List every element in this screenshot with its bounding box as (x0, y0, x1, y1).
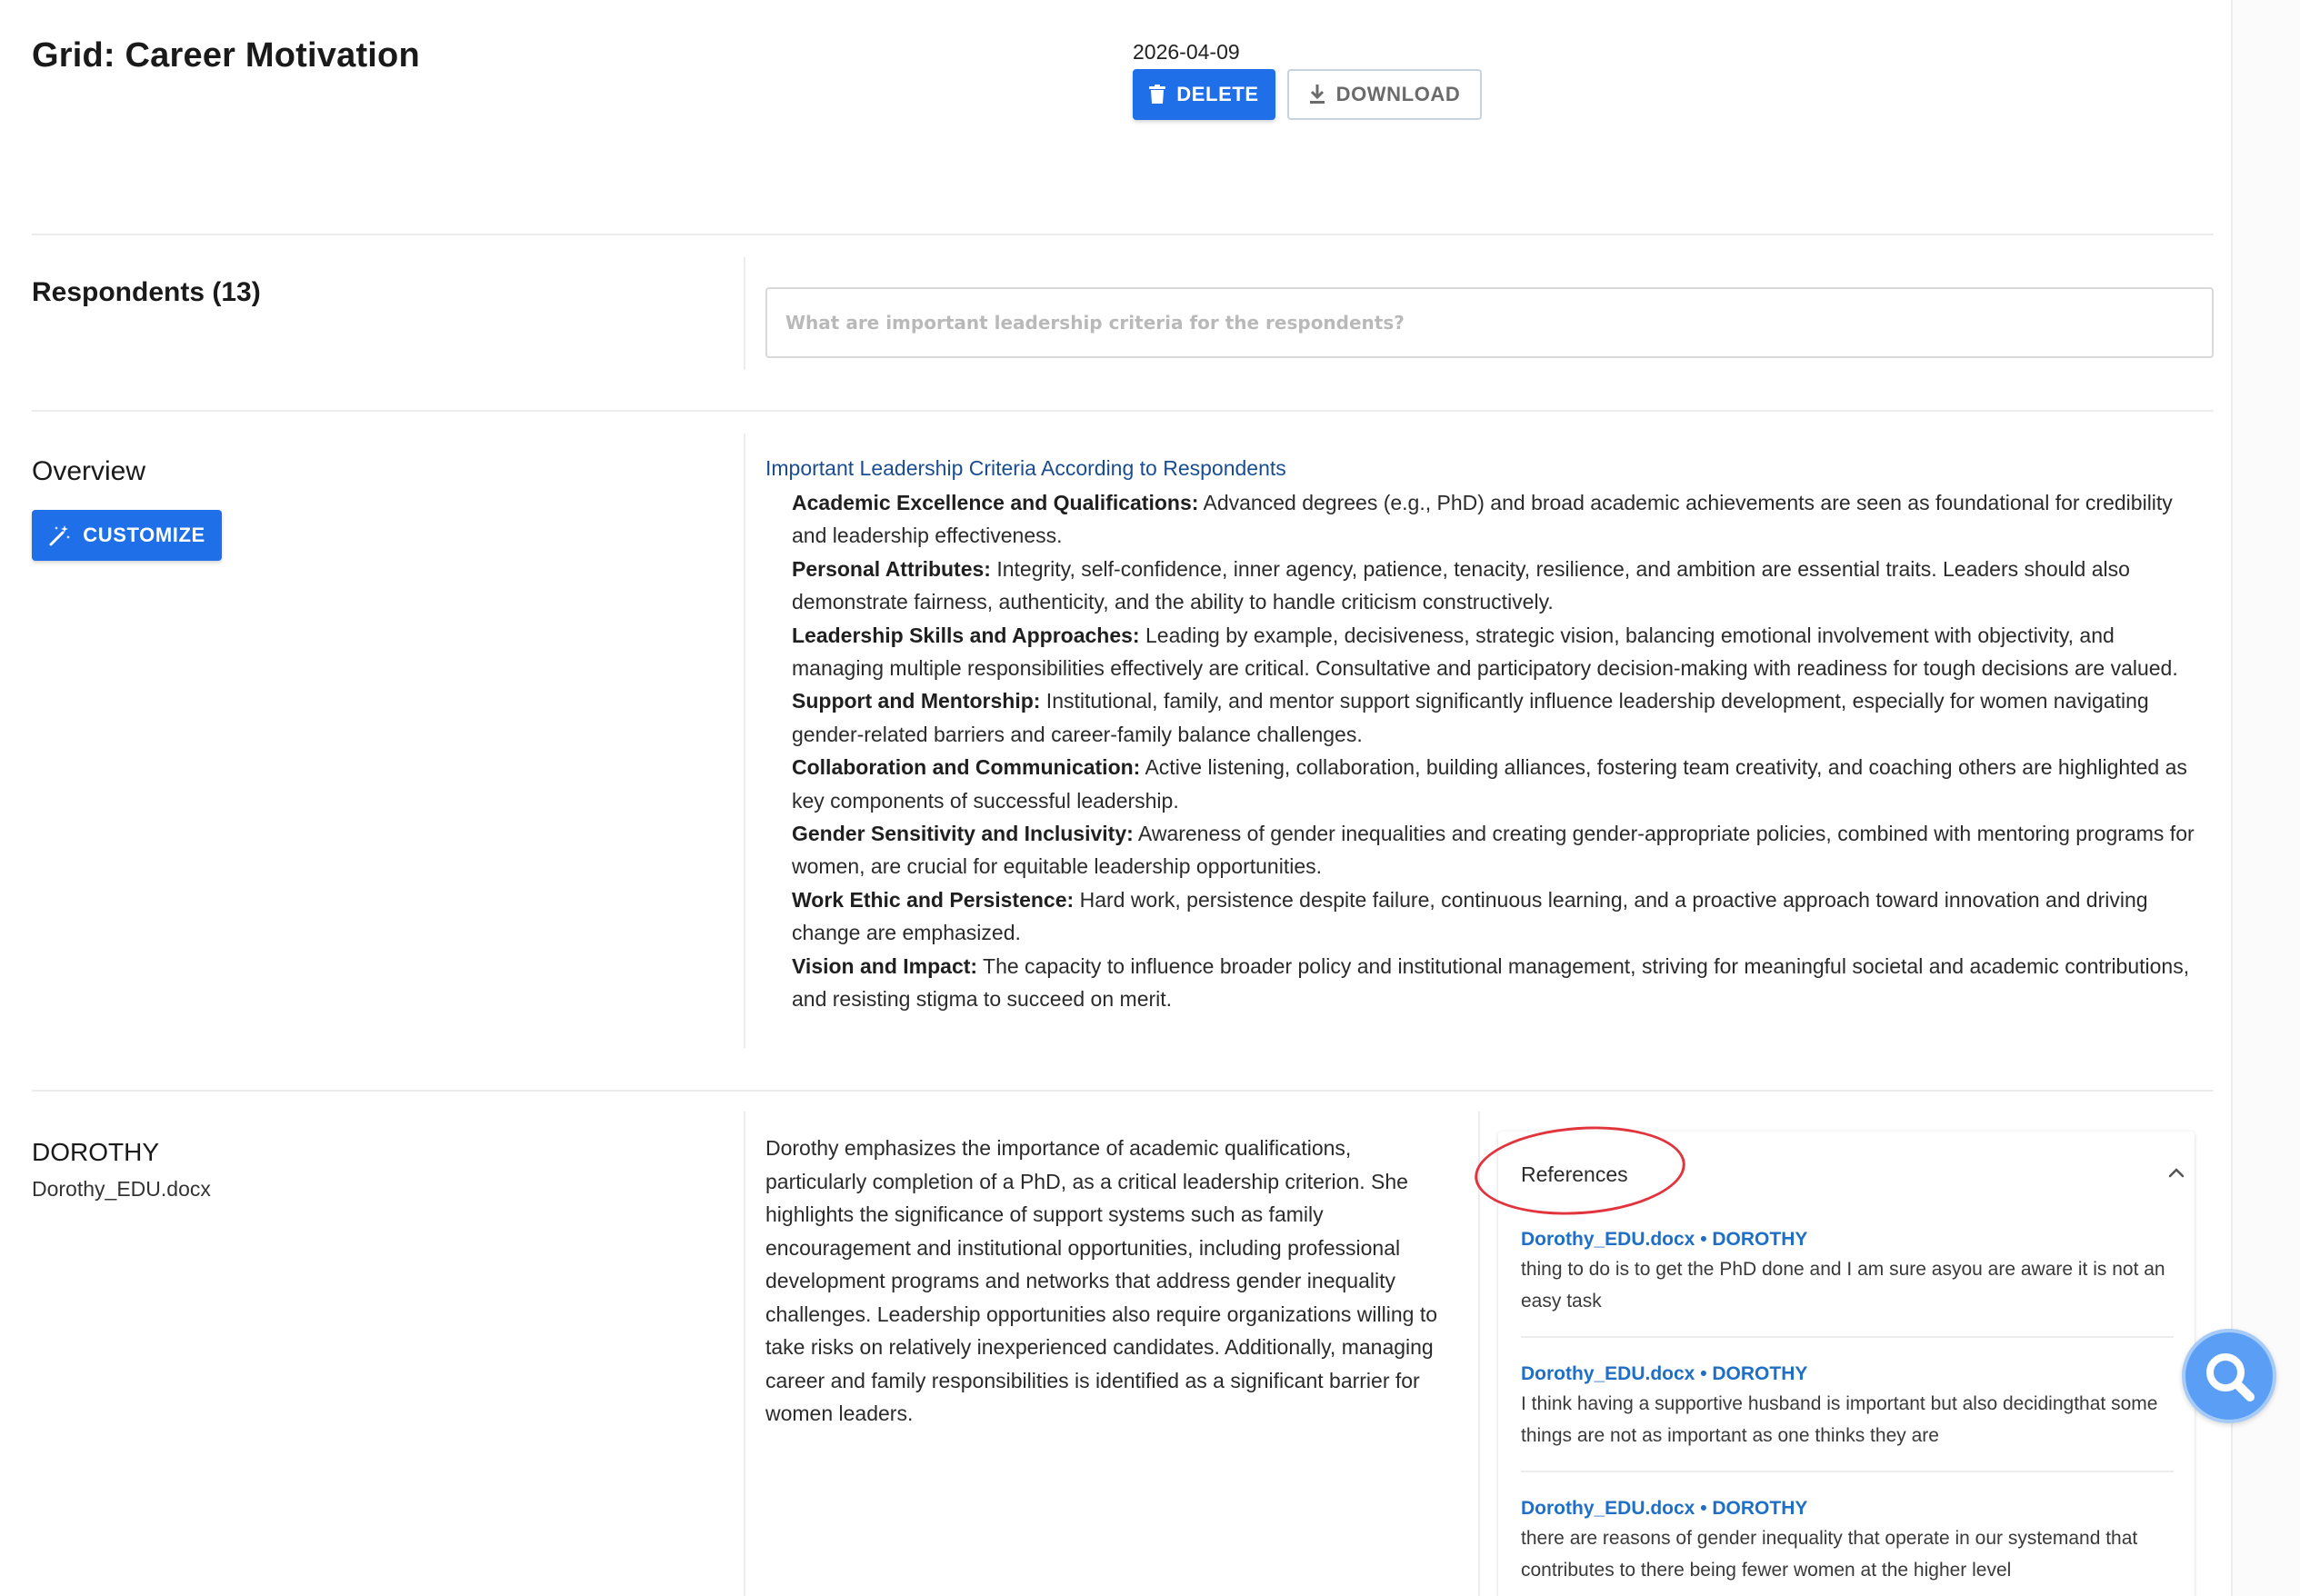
criteria-term: Academic Excellence and Qualifications: (792, 491, 1199, 514)
overview-heading: Important Leadership Criteria According … (765, 456, 1286, 480)
criteria-term: Personal Attributes: (792, 556, 991, 581)
respondent-name: DOROTHY (32, 1138, 159, 1166)
page: Grid: Career Motivation 2026-04-09 DELET… (0, 0, 2300, 1596)
divider (32, 410, 2214, 412)
magic-wand-icon (49, 525, 71, 546)
criteria-text: The capacity to influence broader policy… (792, 953, 2190, 1012)
criteria-item: Work Ethic and Persistence: Hard work, p… (792, 883, 2205, 950)
criteria-term: Gender Sensitivity and Inclusivity: (792, 822, 1134, 846)
reference-source-link[interactable]: Dorothy_EDU.docx • DOROTHY (1521, 1226, 2175, 1253)
chevron-up-icon[interactable] (2167, 1166, 2185, 1179)
reference-item: Dorothy_EDU.docx • DOROTHY thing to do i… (1521, 1226, 2175, 1317)
criteria-item: Leadership Skills and Approaches: Leadin… (792, 619, 2205, 685)
criteria-term: Leadership Skills and Approaches: (792, 623, 1140, 647)
customize-button[interactable]: CUSTOMIZE (32, 510, 222, 561)
column-divider (744, 257, 745, 370)
reference-quote: I think having a supportive husband is i… (1521, 1393, 2158, 1446)
column-divider (744, 434, 745, 1048)
criteria-term: Vision and Impact: (792, 953, 978, 978)
download-button[interactable]: DOWNLOAD (1287, 69, 1482, 120)
criteria-item: Vision and Impact: The capacity to influ… (792, 950, 2205, 1016)
reference-quote: thing to do is to get the PhD done and I… (1521, 1259, 2165, 1312)
respondent-file: Dorothy_EDU.docx (32, 1177, 211, 1201)
criteria-text: Integrity, self-confidence, inner agency… (792, 556, 2130, 614)
page-title: Grid: Career Motivation (32, 36, 420, 75)
question-input[interactable] (765, 287, 2214, 358)
criteria-term: Work Ethic and Persistence: (792, 887, 1075, 912)
references-panel: References Dorothy_EDU.docx • DOROTHY th… (1471, 1120, 2195, 1596)
delete-button-label: DELETE (1176, 83, 1259, 105)
criteria-term: Collaboration and Communication: (792, 755, 1141, 780)
reference-source-link[interactable]: Dorothy_EDU.docx • DOROTHY (1521, 1495, 2175, 1522)
criteria-list: Academic Excellence and Qualifications: … (792, 486, 2205, 1016)
references-title[interactable]: References (1521, 1162, 1628, 1187)
divider (32, 1090, 2214, 1092)
criteria-item: Collaboration and Communication: Active … (792, 751, 2205, 817)
reference-item: Dorothy_EDU.docx • DOROTHY there are rea… (1521, 1495, 2175, 1586)
criteria-term: Support and Mentorship: (792, 689, 1041, 713)
delete-button[interactable]: DELETE (1133, 69, 1275, 120)
divider (32, 234, 2214, 235)
overview-label: Overview (32, 456, 146, 486)
download-button-label: DOWNLOAD (1335, 83, 1461, 105)
download-icon (1309, 85, 1325, 104)
trash-icon (1149, 85, 1166, 104)
reference-divider (1521, 1471, 2174, 1472)
criteria-item: Academic Excellence and Qualifications: … (792, 486, 2205, 553)
criteria-item: Support and Mentorship: Institutional, f… (792, 684, 2205, 751)
reference-source-link[interactable]: Dorothy_EDU.docx • DOROTHY (1521, 1361, 2175, 1388)
reference-item: Dorothy_EDU.docx • DOROTHY I think havin… (1521, 1361, 2175, 1451)
grid-date: 2026-04-09 (1133, 40, 1240, 64)
customize-button-label: CUSTOMIZE (83, 524, 205, 546)
respondents-heading: Respondents (13) (32, 277, 261, 307)
column-divider (744, 1112, 745, 1596)
reference-divider (1521, 1336, 2174, 1338)
criteria-item: Personal Attributes: Integrity, self-con… (792, 553, 2205, 619)
respondent-summary: Dorothy emphasizes the importance of aca… (765, 1136, 1438, 1425)
search-icon (2206, 1353, 2255, 1401)
reference-quote: there are reasons of gender inequality t… (1521, 1528, 2138, 1581)
criteria-item: Gender Sensitivity and Inclusivity: Awar… (792, 817, 2205, 883)
search-fab-button[interactable] (2182, 1329, 2276, 1423)
